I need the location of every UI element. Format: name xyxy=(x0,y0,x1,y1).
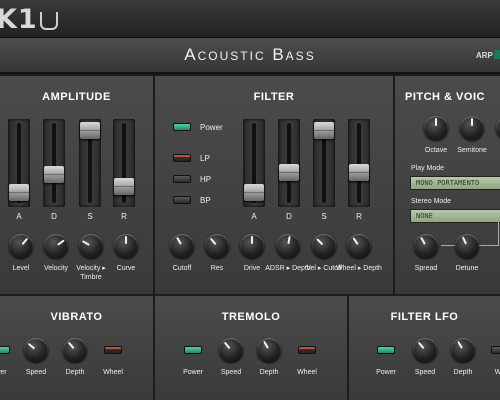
filter-decay-track xyxy=(278,119,300,207)
filter-lp-button[interactable] xyxy=(173,154,191,162)
patch-header: Acoustic Bass ARP xyxy=(0,38,500,74)
semitone-label: Semitone xyxy=(457,147,487,154)
filter-bp-label: BP xyxy=(200,196,211,205)
amp-decay-label: D xyxy=(51,212,57,221)
filter-release-track xyxy=(348,119,370,207)
filter-lfo-power-button[interactable] xyxy=(377,346,395,354)
filter-release-slider[interactable] xyxy=(349,164,369,181)
vibrato-panel: VIBRATO wer Speed Depth Wheel xyxy=(0,296,155,400)
filter-lfo-wheel-button[interactable] xyxy=(491,346,500,354)
top-bar: K1 xyxy=(0,0,500,38)
filter-adsr-depth-knob[interactable] xyxy=(276,234,300,258)
semitone-knob[interactable] xyxy=(460,116,484,140)
filter-hp-label: HP xyxy=(200,175,212,184)
amp-curve-label: Curve xyxy=(116,265,136,272)
filter-decay-slider[interactable] xyxy=(279,164,299,181)
amp-attack-label: A xyxy=(16,212,22,221)
filter-drive-knob[interactable] xyxy=(240,234,264,258)
filter-lfo-panel: FILTER LFO Power Speed Depth Wh xyxy=(349,296,500,400)
filter-lfo-depth-knob[interactable] xyxy=(451,338,475,362)
filter-lfo-wheel-label: Wh xyxy=(494,369,500,376)
arp-toggle[interactable] xyxy=(494,50,500,59)
amp-decay-slider[interactable] xyxy=(44,166,64,183)
patch-name[interactable]: Acoustic Bass xyxy=(0,45,500,65)
play-mode-label: Play Mode xyxy=(411,165,445,172)
filter-attack-slider[interactable] xyxy=(244,184,264,201)
filter-lp-label: LP xyxy=(200,154,210,163)
tremolo-speed-knob[interactable] xyxy=(219,338,243,362)
detune-label: Detune xyxy=(455,265,479,272)
tremolo-power-button[interactable] xyxy=(184,346,202,354)
amp-attack-slider[interactable] xyxy=(9,184,29,201)
amplitude-panel: AMPLITUDE A D S R Level Velocity Velocit… xyxy=(0,76,155,296)
pitch-voice-title: PITCH & VOIC xyxy=(405,91,485,103)
amp-decay-track xyxy=(43,119,65,207)
filter-lfo-title: FILTER LFO xyxy=(390,311,459,323)
filter-panel: FILTER Power LP HP BP A D S R Cutoff Res… xyxy=(155,76,395,296)
spread-knob[interactable] xyxy=(414,234,438,258)
octave-knob[interactable] xyxy=(424,116,448,140)
filter-wheel-depth-knob[interactable] xyxy=(347,234,371,258)
play-mode-select[interactable]: MONO PORTAMENTO xyxy=(410,176,500,190)
arp-label: ARP xyxy=(476,51,493,60)
tremolo-wheel-label: Wheel xyxy=(297,369,317,376)
filter-power-label: Power xyxy=(200,123,223,132)
filter-bp-button[interactable] xyxy=(173,196,191,204)
filter-sustain-label: S xyxy=(321,212,327,221)
filter-sustain-slider[interactable] xyxy=(314,122,334,139)
pitch-voice-panel: PITCH & VOIC Octave Semitone Play Mode M… xyxy=(395,76,500,296)
tremolo-title: TREMOLO xyxy=(221,311,281,323)
amp-velocity-knob[interactable] xyxy=(44,234,68,258)
detune-knob[interactable] xyxy=(455,234,479,258)
app-logo: K1 xyxy=(0,4,58,35)
tremolo-panel: TREMOLO Power Speed Depth Wheel xyxy=(155,296,349,400)
vibrato-wheel-label: Wheel xyxy=(103,369,123,376)
filter-cutoff-knob[interactable] xyxy=(170,234,194,258)
amp-curve-knob[interactable] xyxy=(114,234,138,258)
amp-velocity-timbre-knob[interactable] xyxy=(79,234,103,258)
stereo-mode-select[interactable]: NONE xyxy=(410,209,500,223)
vibrato-speed-knob[interactable] xyxy=(24,338,48,362)
filter-lfo-speed-knob[interactable] xyxy=(413,338,437,362)
vibrato-depth-knob[interactable] xyxy=(63,338,87,362)
fine-tune-knob[interactable] xyxy=(496,116,500,140)
tremolo-depth-knob[interactable] xyxy=(257,338,281,362)
filter-wheel-depth-label: Wheel ▸ Depth xyxy=(336,265,382,272)
amp-level-knob[interactable] xyxy=(9,234,33,258)
vibrato-wheel-button[interactable] xyxy=(104,346,122,354)
filter-release-label: R xyxy=(356,212,362,221)
tremolo-wheel-button[interactable] xyxy=(298,346,316,354)
filter-title: FILTER xyxy=(253,91,295,103)
vibrato-title: VIBRATO xyxy=(50,311,103,323)
amp-release-slider[interactable] xyxy=(114,178,134,195)
stereo-mode-label: Stereo Mode xyxy=(411,198,452,205)
filter-hp-button[interactable] xyxy=(173,175,191,183)
amp-release-label: R xyxy=(121,212,127,221)
amplitude-title: AMPLITUDE xyxy=(42,91,111,103)
filter-decay-label: D xyxy=(286,212,292,221)
filter-res-knob[interactable] xyxy=(205,234,229,258)
vibrato-power-button[interactable] xyxy=(0,346,10,354)
amp-sustain-slider[interactable] xyxy=(80,122,100,139)
filter-vel-cutoff-knob[interactable] xyxy=(312,234,336,258)
filter-power-button[interactable] xyxy=(173,123,191,131)
filter-attack-label: A xyxy=(251,212,257,221)
amp-sustain-label: S xyxy=(87,212,93,221)
